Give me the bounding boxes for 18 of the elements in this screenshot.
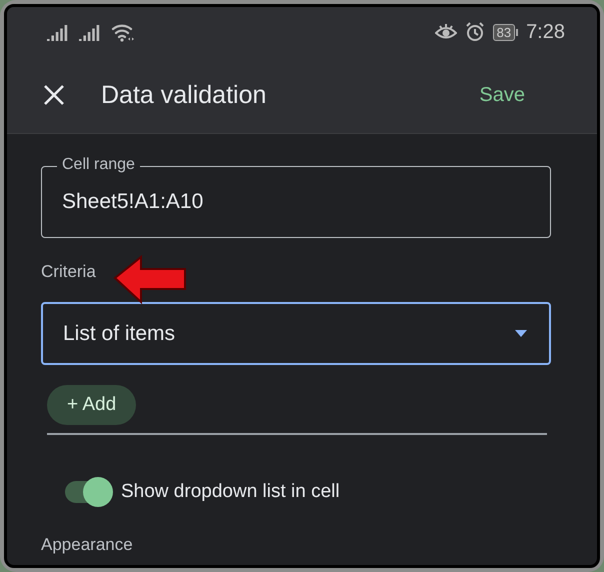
eye-icon: [434, 23, 457, 41]
clock-time: 7:28: [526, 20, 565, 44]
wifi-icon: [111, 22, 135, 42]
battery-level: 83: [492, 24, 516, 40]
criteria-dropdown[interactable]: List of items: [41, 302, 551, 365]
signal-icon: [47, 23, 69, 41]
screen-title: Data validation: [101, 80, 268, 110]
alarm-icon: [464, 22, 485, 42]
switch-label: Show dropdown list in cell: [121, 481, 340, 503]
dropdown-caret-icon: [515, 330, 527, 337]
arrow-icon: [113, 255, 189, 305]
section-label: Appearance: [41, 535, 134, 555]
close-icon: [43, 84, 65, 106]
save-button[interactable]: Save: [475, 80, 529, 110]
criteria-label: Criteria: [41, 262, 96, 282]
field-label: Cell range: [57, 156, 140, 174]
signal-icon: [79, 23, 101, 41]
add-button[interactable]: + Add: [47, 385, 136, 425]
